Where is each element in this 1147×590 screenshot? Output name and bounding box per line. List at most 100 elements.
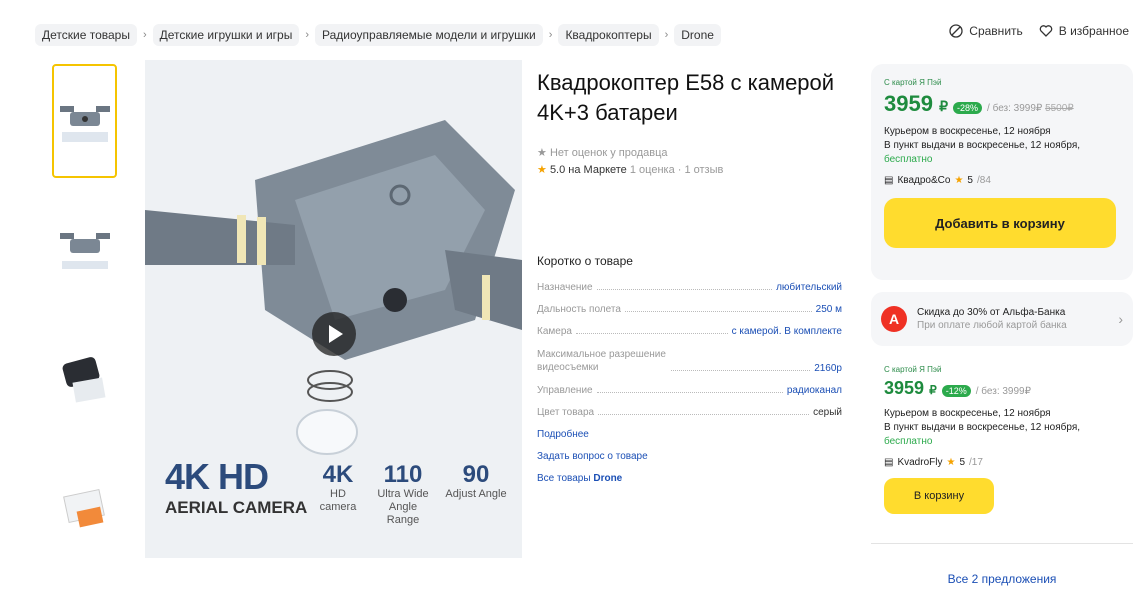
bank-promo-subtitle: При оплате любой картой банка — [917, 320, 1067, 331]
pickup-delivery: В пункт выдачи в воскресенье, 12 ноября, — [884, 140, 1081, 151]
more-details-link[interactable]: Подробнее — [537, 429, 842, 440]
price-without-card: / без: 3999₽ 5500₽ — [987, 103, 1074, 114]
spec-label: Управление — [537, 385, 593, 396]
seller-info[interactable]: ▤ Квадро&Co ★ 5/84 — [884, 175, 1120, 186]
reviews-count[interactable]: 1 оценка · 1 отзыв — [630, 164, 724, 176]
chevron-right-icon: › — [548, 29, 553, 41]
spec-value: с камерой. В комплекте — [731, 326, 842, 337]
offer-card-main: С картой Я Пэй 3959 ₽ -28% / без: 3999₽ … — [871, 64, 1133, 280]
spec-value: 250 м — [815, 304, 842, 315]
shop-icon: ▤ — [884, 457, 894, 468]
promo-feature: 90 Adjust Angle — [445, 462, 507, 501]
market-rating-value: 5.0 — [549, 164, 566, 176]
breadcrumb-item[interactable]: Детские игрушки и игры — [152, 24, 300, 46]
star-icon: ★ — [537, 164, 547, 176]
price-value: 3959 — [884, 91, 933, 116]
promo-feature-label: HD camera — [319, 488, 357, 513]
image-promo-text: 4K HD AERIAL CAMERA 4K HD camera 110 Ult… — [165, 456, 515, 536]
breadcrumb-item[interactable]: Drone — [674, 24, 721, 46]
price-row: 3959 ₽ -12% / без: 3999₽ — [884, 378, 1129, 399]
promo-feature-value: 4K — [322, 461, 354, 488]
seller-rating-count: /84 — [976, 175, 991, 186]
page-title: Квадрокоптер E58 с камерой 4K+3 батареи — [537, 70, 835, 125]
specs-heading: Коротко о товаре — [537, 254, 633, 268]
breadcrumb-item[interactable]: Радиоуправляемые модели и игрушки — [315, 24, 543, 46]
spec-row: Цвет товара серый — [537, 407, 842, 418]
divider — [871, 543, 1133, 544]
market-rating[interactable]: ★ 5.0 на Маркете 1 оценка · 1 отзыв — [537, 163, 847, 176]
thumbnail[interactable] — [52, 193, 117, 307]
currency: ₽ — [939, 98, 948, 114]
delivery-info: Курьером в воскресенье, 12 ноября В пунк… — [884, 407, 1129, 449]
chevron-right-icon: › — [1118, 311, 1123, 327]
discount-badge: -12% — [941, 385, 971, 397]
short-specs: Коротко о товаре Назначение любительский … — [537, 254, 842, 495]
breadcrumb-item[interactable]: Квадрокоптеры — [558, 24, 659, 46]
market-rating-label: на Маркете — [568, 164, 627, 176]
courier-delivery: Курьером в воскресенье, 12 ноября — [884, 408, 1051, 419]
price-without-card: / без: 3999₽ — [975, 386, 1031, 397]
thumbnail[interactable] — [52, 451, 117, 565]
chevron-right-icon: › — [664, 29, 669, 41]
promo-headline: 4K HD — [165, 456, 269, 497]
top-actions: Сравнить В избранное — [949, 24, 1129, 38]
compare-icon — [949, 24, 963, 38]
spec-label: Камера — [537, 326, 572, 337]
card-tag: С картой Я Пэй — [884, 365, 942, 374]
seller-rating-text: Нет оценок у продавца — [549, 147, 668, 159]
chevron-right-icon: › — [305, 29, 310, 41]
alfa-bank-logo: А — [881, 306, 907, 332]
breadcrumb: Детские товары › Детские игрушки и игры … — [35, 24, 721, 46]
seller-info[interactable]: ▤ KvadroFly ★ 5/17 — [884, 457, 1129, 468]
all-offers-link[interactable]: Все 2 предложения — [871, 572, 1133, 586]
bank-promo-card[interactable]: А Скидка до 30% от Альфа-Банка При оплат… — [871, 292, 1133, 346]
add-to-cart-button[interactable]: Добавить в корзину — [884, 198, 1116, 248]
spec-row: Камера с камерой. В комплекте — [537, 326, 842, 337]
seller-name: KvadroFly — [897, 457, 943, 468]
without-card-text: / без: 3999₽ — [987, 103, 1043, 114]
thumbnail[interactable] — [52, 64, 117, 178]
spec-row: Назначение любительский — [537, 282, 842, 293]
spec-label: Назначение — [537, 282, 593, 293]
courier-delivery: Курьером в воскресенье, 12 ноября — [884, 126, 1051, 137]
chevron-right-icon: › — [142, 29, 147, 41]
promo-feature-label: Ultra Wide Angle Range — [377, 488, 429, 526]
spec-label: Дальность полета — [537, 304, 621, 315]
drone-case-thumbnail-image — [62, 357, 106, 403]
seller-name: Квадро&Co — [897, 175, 951, 186]
breadcrumb-item[interactable]: Детские товары — [35, 24, 137, 46]
discount-badge: -28% — [953, 102, 983, 114]
favorites-label: В избранное — [1058, 24, 1129, 38]
seller-rating-value: 5 — [967, 175, 973, 186]
promo-subheadline: AERIAL CAMERA — [165, 498, 308, 517]
compare-button[interactable]: Сравнить — [949, 24, 1023, 38]
bank-promo-text: Скидка до 30% от Альфа-Банка При оплате … — [917, 306, 1108, 332]
brand-name: Drone — [593, 473, 623, 484]
all-brand-products-link[interactable]: Все товары Drone — [537, 473, 842, 484]
price: 3959 ₽ — [884, 378, 937, 399]
spec-links: Подробнее Задать вопрос о товаре Все тов… — [537, 429, 842, 484]
spec-value: серый — [813, 407, 842, 418]
add-to-cart-button[interactable]: В корзину — [884, 478, 994, 514]
spec-value: радиоканал — [786, 385, 842, 396]
seller-rating-count: /17 — [969, 457, 983, 468]
spec-row: Управление радиоканал — [537, 385, 842, 396]
shop-icon: ▤ — [884, 175, 894, 186]
delivery-info: Курьером в воскресенье, 12 ноября В пунк… — [884, 125, 1120, 167]
price-value: 3959 — [884, 378, 925, 398]
product-info: Квадрокоптер E58 с камерой 4K+3 батареи … — [537, 68, 847, 176]
star-icon: ★ — [537, 147, 547, 159]
seller-rating-value: 5 — [959, 457, 965, 468]
ask-question-link[interactable]: Задать вопрос о товаре — [537, 451, 842, 462]
heart-icon — [1039, 25, 1053, 37]
spec-value: 2160p — [814, 363, 842, 374]
currency: ₽ — [929, 383, 937, 397]
star-icon: ★ — [954, 175, 964, 186]
compare-label: Сравнить — [969, 24, 1023, 38]
product-main-image[interactable]: 4K HD AERIAL CAMERA 4K HD camera 110 Ult… — [145, 60, 522, 558]
pickup-delivery: В пункт выдачи в воскресенье, 12 ноября, — [884, 422, 1081, 433]
favorites-button[interactable]: В избранное — [1039, 24, 1129, 38]
thumbnail[interactable] — [52, 322, 117, 436]
play-video-button[interactable] — [312, 312, 356, 356]
seller-rating: ★ Нет оценок у продавца — [537, 146, 847, 159]
